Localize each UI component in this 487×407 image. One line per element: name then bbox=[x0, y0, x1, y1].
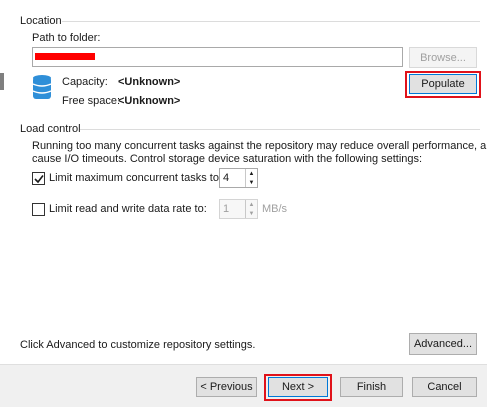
spin-down-icon[interactable]: ▼ bbox=[246, 178, 257, 187]
capacity-value: <Unknown> bbox=[118, 76, 181, 88]
populate-button[interactable]: Populate bbox=[409, 74, 477, 94]
free-space-label: Free space: bbox=[62, 95, 121, 107]
limit-rate-unit: MB/s bbox=[262, 203, 288, 215]
location-section-title: Location bbox=[20, 15, 62, 27]
cancel-button[interactable]: Cancel bbox=[412, 377, 477, 397]
capacity-label: Capacity: bbox=[62, 76, 108, 88]
location-group-line bbox=[62, 21, 480, 22]
limit-tasks-label: Limit maximum concurrent tasks to: bbox=[49, 172, 222, 184]
free-space-value: <Unknown> bbox=[118, 95, 181, 107]
limit-rate-stepper[interactable]: 1 ▲ ▼ bbox=[219, 199, 258, 219]
advanced-hint: Click Advanced to customize repository s… bbox=[20, 339, 256, 351]
advanced-button[interactable]: Advanced... bbox=[409, 333, 477, 355]
limit-tasks-checkbox[interactable] bbox=[32, 172, 45, 185]
left-edge-marker bbox=[0, 73, 4, 90]
next-button[interactable]: Next > bbox=[268, 377, 328, 397]
load-control-group-line bbox=[80, 129, 480, 130]
spin-up-icon[interactable]: ▲ bbox=[246, 169, 257, 178]
finish-button[interactable]: Finish bbox=[340, 377, 403, 397]
limit-rate-label: Limit read and write data rate to: bbox=[49, 203, 207, 215]
spin-down-icon[interactable]: ▼ bbox=[246, 209, 257, 218]
limit-rate-value: 1 bbox=[223, 203, 230, 215]
load-control-description-line1: Running too many concurrent tasks agains… bbox=[32, 140, 487, 152]
load-control-description-line2: cause I/O timeouts. Control storage devi… bbox=[32, 153, 423, 165]
limit-rate-checkbox[interactable] bbox=[32, 203, 45, 216]
limit-tasks-stepper[interactable]: 4 ▲ ▼ bbox=[219, 168, 258, 188]
load-control-section-title: Load control bbox=[20, 123, 81, 135]
previous-button[interactable]: < Previous bbox=[196, 377, 257, 397]
spin-up-icon[interactable]: ▲ bbox=[246, 200, 257, 209]
path-label: Path to folder: bbox=[32, 32, 101, 44]
redacted-path bbox=[35, 53, 95, 60]
checkmark-icon bbox=[33, 174, 44, 183]
database-icon bbox=[32, 74, 52, 102]
browse-button[interactable]: Browse... bbox=[409, 47, 477, 68]
limit-tasks-value: 4 bbox=[223, 172, 230, 184]
